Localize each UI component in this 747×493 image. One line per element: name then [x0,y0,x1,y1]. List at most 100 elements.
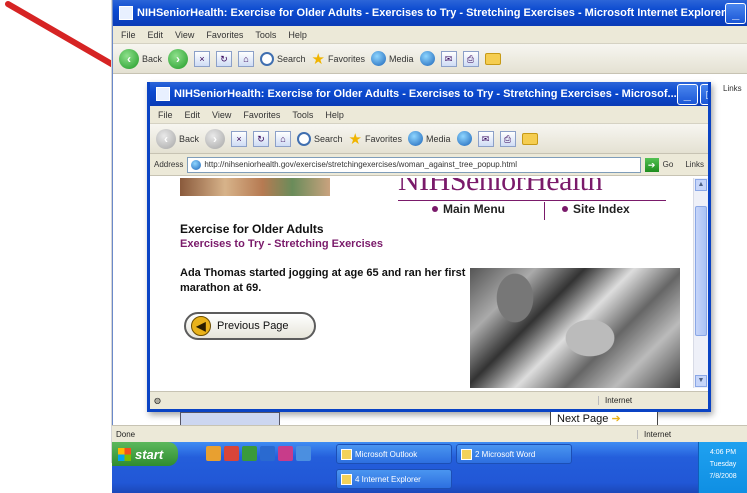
inner-media-button[interactable]: Media [408,131,451,146]
menu-tools[interactable]: Tools [255,30,276,40]
inner-menu-bar: File Edit View Favorites Tools Help [150,106,708,124]
next-page-button[interactable]: Next Page ➔ [550,412,658,426]
nav-separator [544,202,545,220]
inner-popup-window: NIHSeniorHealth: Exercise for Older Adul… [147,82,711,412]
go-label[interactable]: Go [663,160,674,169]
inner-favorites-button[interactable]: ★ Favorites [349,130,402,148]
inner-mail-button[interactable]: ✉ [477,130,494,147]
menu-edit[interactable]: Edit [148,30,164,40]
page-heading: Exercise for Older Adults [180,222,324,236]
outer-home-button[interactable]: ⌂ [238,50,255,67]
inner-menu-favorites[interactable]: Favorites [243,110,280,120]
url-input[interactable]: http://nihseniorhealth.gov/exercise/stre… [187,156,641,173]
windows-logo-icon [118,447,131,461]
inner-search-button[interactable]: Search [297,131,343,146]
header-divider [398,200,666,201]
inner-menu-view[interactable]: View [212,110,231,120]
inner-title-bar[interactable]: NIHSeniorHealth: Exercise for Older Adul… [150,82,708,106]
scroll-thumb[interactable] [695,206,707,336]
bullet-icon [432,206,438,212]
quicklaunch-icon-1[interactable] [206,446,221,461]
inner-toolbar: ‹ Back › × ↻ ⌂ Search ★ Favorites Media ✉ … [150,124,708,154]
scroll-down-arrow[interactable]: ▼ [695,375,707,387]
outer-page-banner [180,412,280,426]
inner-home-button[interactable]: ⌂ [275,130,292,147]
menu-file[interactable]: File [121,30,136,40]
outer-status-text: Done [116,429,136,439]
task-internet-explorer[interactable]: 4 Internet Explorer [336,469,452,489]
go-button[interactable]: ➔ [644,157,659,172]
quicklaunch-icon-2[interactable] [224,446,239,461]
outer-back-button[interactable]: ‹ Back [119,48,162,69]
back-arrow-icon: ‹ [156,128,176,149]
ie-task-icon [341,473,352,485]
outer-mail-button[interactable]: ✉ [440,50,457,67]
page-subheading: Exercises to Try - Stretching Exercises [180,238,383,250]
outer-refresh-button[interactable]: ↻ [216,50,233,67]
previous-page-button[interactable]: ◀ Previous Page [184,312,316,340]
menu-help[interactable]: Help [288,30,307,40]
outer-folder-icon[interactable] [484,52,501,65]
outer-print-button[interactable]: ⎙ [462,50,479,67]
outer-stop-button[interactable]: × [194,50,211,67]
menu-view[interactable]: View [175,30,194,40]
star-icon: ★ [348,130,362,148]
clock-day: Tuesday [709,461,737,468]
outer-title-text: NIHSeniorHealth: Exercise for Older Adul… [137,7,726,19]
task-word[interactable]: 2 Microsoft Word [456,444,572,464]
minimize-button[interactable]: _ [725,2,747,24]
inner-menu-tools[interactable]: Tools [292,110,313,120]
inner-history-button[interactable] [456,131,472,146]
inner-maximize-button[interactable]: □ [699,83,708,105]
inner-links-label[interactable]: Links [685,160,704,169]
quicklaunch-icon-3[interactable] [242,446,257,461]
search-icon [297,131,312,146]
site-logo[interactable]: NIHSeniorHealth [398,178,603,198]
quicklaunch-icon-4[interactable] [260,446,275,461]
star-icon: ★ [311,50,325,68]
system-tray: 4:06 PM Tuesday 7/8/2008 [698,442,747,493]
outer-search-button[interactable]: Search [260,51,306,66]
right-arrow-icon: ➔ [611,413,621,425]
task-outlook[interactable]: Microsoft Outlook [336,444,452,464]
outer-links-label[interactable]: Links [723,84,742,93]
outer-history-button[interactable] [419,51,435,66]
address-bar: Address http://nihseniorhealth.gov/exerc… [150,154,708,176]
start-button[interactable]: start [112,442,178,466]
outer-forward-button[interactable]: › [168,48,189,69]
inner-back-button[interactable]: ‹ Back [156,128,199,149]
clock-date: 7/8/2008 [709,473,737,480]
page-icon [191,159,202,170]
site-index-link[interactable]: Site Index [562,202,630,216]
scroll-up-arrow[interactable]: ▲ [695,179,707,191]
quicklaunch-icon-5[interactable] [278,446,293,461]
inner-title-text: NIHSeniorHealth: Exercise for Older Adul… [174,88,677,100]
vertical-scrollbar[interactable]: ▲ ▼ [693,178,708,388]
inner-menu-help[interactable]: Help [325,110,344,120]
inner-print-button[interactable]: ⎙ [499,130,516,147]
status-ie-icon: ◍ [154,396,161,405]
inner-minimize-button[interactable]: _ [676,83,698,105]
quicklaunch-icon-6[interactable] [296,446,311,461]
clock-time[interactable]: 4:06 PM [699,447,747,459]
url-text: http://nihseniorhealth.gov/exercise/stre… [204,160,517,169]
inner-zone: Internet [598,396,708,405]
outlook-icon [341,448,352,460]
menu-favorites[interactable]: Favorites [206,30,243,40]
main-menu-link[interactable]: Main Menu [432,202,505,216]
bullet-icon [562,206,568,212]
outer-title-bar[interactable]: NIHSeniorHealth: Exercise for Older Adul… [113,0,747,26]
outer-favorites-button[interactable]: ★ Favorites [312,50,365,68]
outer-menu-bar: File Edit View Favorites Tools Help [113,26,747,44]
inner-menu-file[interactable]: File [158,110,173,120]
back-arrow-icon: ‹ [119,48,139,69]
inner-forward-button[interactable]: › [205,128,226,149]
outer-media-button[interactable]: Media [371,51,414,66]
inner-folder-icon[interactable] [521,132,538,145]
media-icon [371,51,387,66]
windows-taskbar: start Microsoft Outlook 2 Microsoft Word… [112,442,747,493]
outer-status-bar: Done Internet [112,425,747,442]
inner-menu-edit[interactable]: Edit [185,110,201,120]
inner-stop-button[interactable]: × [231,130,248,147]
inner-refresh-button[interactable]: ↻ [253,130,270,147]
